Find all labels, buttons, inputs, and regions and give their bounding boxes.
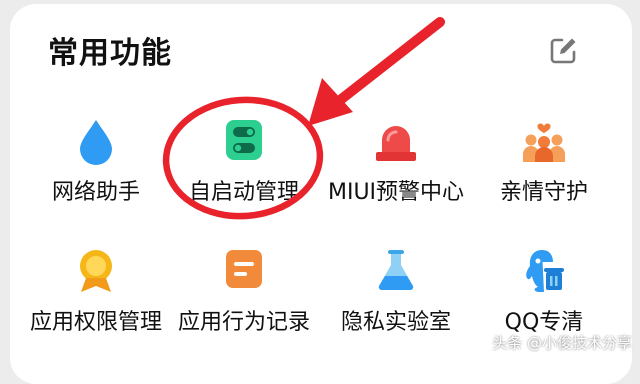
item-label: 亲情守护 — [499, 180, 588, 205]
section-title: 常用功能 — [48, 36, 172, 71]
grid-item-qq-clean[interactable]: QQ专清 — [464, 242, 624, 342]
grid-item-network-assistant[interactable]: 网络助手 — [16, 112, 176, 212]
item-label: 应用行为记录 — [177, 310, 310, 335]
grid-item-app-behavior-record[interactable]: 应用行为记录 — [164, 242, 324, 342]
qq-penguin-icon — [526, 250, 564, 292]
medal-badge-icon — [80, 250, 112, 292]
toggle-switch-icon — [226, 120, 262, 160]
item-label: 网络助手 — [51, 180, 140, 205]
grid-item-miui-alert-center[interactable]: MIUI预警中心 — [316, 112, 476, 212]
item-label: 隐私实验室 — [340, 310, 451, 335]
record-note-icon — [226, 250, 262, 288]
water-drop-icon — [80, 120, 112, 165]
edit-icon — [550, 38, 576, 64]
grid-item-privacy-lab[interactable]: 隐私实验室 — [316, 242, 476, 342]
item-label: MIUI预警中心 — [327, 180, 465, 205]
item-label: 应用权限管理 — [29, 310, 162, 335]
edit-button[interactable] — [548, 36, 578, 66]
grid-item-app-permissions[interactable]: 应用权限管理 — [16, 242, 176, 342]
lab-flask-icon — [378, 250, 414, 291]
grid-item-family-guard[interactable]: 亲情守护 — [464, 112, 624, 212]
family-icon — [523, 123, 565, 162]
grid-item-autostart-manager[interactable]: 自启动管理 — [164, 112, 324, 212]
watermark: 头条 @小俊技术分享 — [492, 334, 632, 352]
alarm-siren-icon — [376, 126, 416, 161]
item-label: 自启动管理 — [188, 180, 299, 205]
